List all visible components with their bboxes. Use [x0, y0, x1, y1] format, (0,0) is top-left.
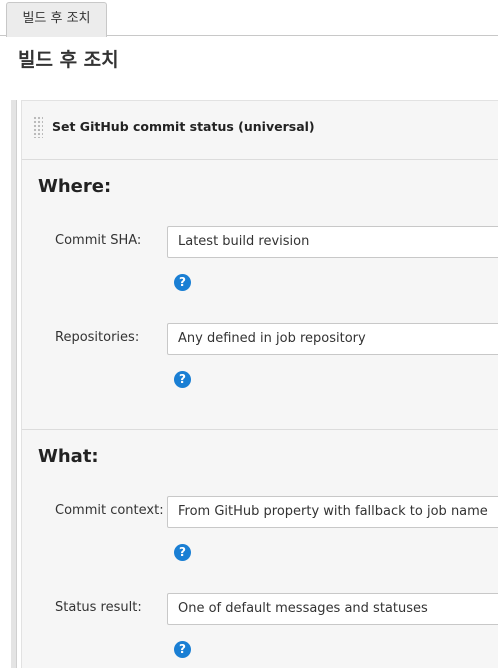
page-title: 빌드 후 조치: [18, 49, 119, 71]
drag-handle-icon[interactable]: [33, 116, 43, 138]
commit-context-help-icon[interactable]: ?: [174, 544, 191, 561]
step-header: Set GitHub commit status (universal): [22, 101, 498, 160]
step-title: Set GitHub commit status (universal): [52, 119, 315, 134]
commit-sha-label: Commit SHA:: [55, 233, 142, 248]
repositories-select[interactable]: Any defined in job repository: [167, 323, 498, 355]
commit-context-label: Commit context:: [55, 503, 164, 518]
commit-context-select[interactable]: From GitHub property with fallback to jo…: [167, 496, 498, 528]
status-result-select[interactable]: One of default messages and statuses: [167, 593, 498, 625]
section-rail: [11, 100, 17, 668]
commit-sha-select[interactable]: Latest build revision: [167, 226, 498, 258]
tab-post-build-actions[interactable]: 빌드 후 조치: [6, 2, 107, 37]
repositories-help-icon[interactable]: ?: [174, 371, 191, 388]
section-title-where: Where:: [38, 176, 112, 197]
commit-sha-help-icon[interactable]: ?: [174, 274, 191, 291]
post-build-step-panel: Set GitHub commit status (universal) Whe…: [21, 100, 498, 668]
status-result-label: Status result:: [55, 600, 142, 615]
status-result-help-icon[interactable]: ?: [174, 641, 191, 658]
section-title-what: What:: [38, 446, 99, 467]
section-divider: [22, 429, 498, 430]
repositories-label: Repositories:: [55, 330, 140, 345]
tab-bar: 빌드 후 조치: [0, 0, 498, 37]
